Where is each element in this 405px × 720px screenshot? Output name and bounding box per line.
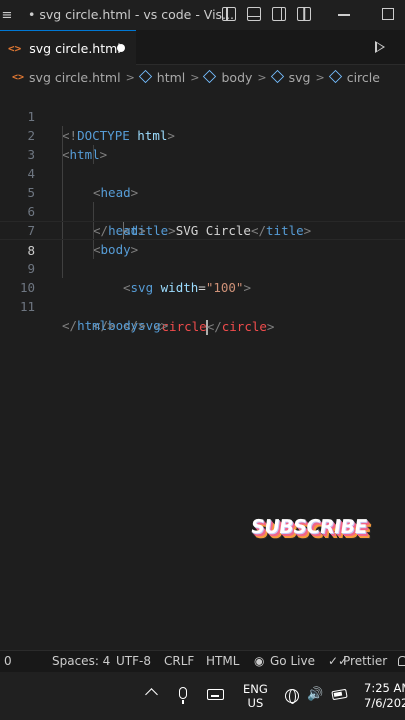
customize-layout-icon[interactable] [297,7,311,21]
code-line[interactable]: 11 </html> [0,278,405,333]
code-line[interactable]: 2 <html> [0,107,405,162]
title-bar: ≡ • svg circle.html - vs code - Vis... [0,0,405,30]
microphone-icon[interactable] [179,687,187,704]
chevron-right-icon: > [315,70,325,84]
toggle-primary-sidebar-icon[interactable] [222,7,236,21]
tab-svg-circle-html[interactable]: <> svg circle.html [0,30,136,65]
toggle-panel-icon[interactable] [247,7,261,21]
bell-icon[interactable] [398,656,405,666]
keyboard-icon[interactable] [207,689,224,700]
element-icon [328,69,342,83]
input-language[interactable]: ENG US [243,682,268,710]
html-file-icon: <> [12,71,25,83]
clock-time: 7:25 AM [364,681,405,695]
breadcrumb-item-html[interactable]: html [157,70,185,85]
breadcrumb-item-svg[interactable]: svg [289,70,311,85]
element-icon [270,69,284,83]
chevron-up-icon[interactable] [145,688,158,701]
maximize-icon[interactable] [382,8,394,20]
status-bar: 0 Spaces: 4 UTF-8 CRLF HTML ◉ Go Live ✓✓… [0,650,405,672]
token-punc: > [160,318,169,333]
code-line[interactable]: 6 <body> [0,183,405,257]
unsaved-dot-icon[interactable] [117,44,125,52]
indent-guide [93,240,94,259]
line-number: 11 [19,299,35,314]
battery-icon[interactable] [331,688,348,701]
status-language[interactable]: HTML [206,654,239,668]
code-line[interactable]: 4 <title>SVG Circle</title> [0,145,405,238]
element-icon [138,69,152,83]
chevron-right-icon: > [257,70,267,84]
indent-guide [62,183,63,202]
status-eol[interactable]: CRLF [164,654,194,668]
tab-bar: <> svg circle.html [0,30,405,65]
token-punc: > [138,318,146,333]
breadcrumb-file[interactable]: svg circle.html [29,70,121,85]
indent-guide [62,164,63,183]
minimize-icon[interactable] [338,14,350,16]
menu-icon[interactable]: ≡ [0,8,14,23]
token-punc: </ [62,318,78,333]
indent-guide [62,259,63,278]
language-code: ENG [243,682,268,696]
indent-guide [62,240,63,259]
element-icon [203,69,217,83]
toggle-secondary-sidebar-icon[interactable] [272,7,286,21]
code-editor[interactable]: 1 <!DOCTYPE html> 2 <html> 3 <head> 4 <t… [0,88,405,648]
indent-guide [62,126,63,145]
token-tag: circle [221,319,267,334]
code-line[interactable]: 1 <!DOCTYPE html> [0,88,405,143]
code-line[interactable]: 9 </svg> [0,240,405,333]
status-problems[interactable]: 0 [4,654,12,668]
run-icon[interactable] [375,41,385,53]
indent-guide [93,222,94,239]
code-line[interactable]: 5 </head> [0,164,405,238]
status-prettier[interactable]: Prettier [343,654,387,668]
breadcrumb: <> svg circle.html > html > body > svg >… [0,66,405,88]
token-tag: circle [161,319,207,334]
chevron-right-icon: > [190,70,200,84]
token-punc: > [266,319,275,334]
clock-date: 7/6/2023 [364,696,405,710]
code-line[interactable]: 10 </body> [0,259,405,333]
volume-icon[interactable]: 🔊 [307,687,323,702]
layout-controls [222,7,311,21]
token-punc: > [107,318,115,333]
code-line[interactable]: 7 <svg width="100"> [0,202,405,295]
subscribe-sticker: SUBSCRIBE [249,516,369,538]
token-punc: </ [206,319,222,334]
indent-guide [62,202,63,221]
html-file-icon: <> [8,41,22,55]
status-go-live[interactable]: Go Live [270,654,315,668]
token-tag: html [77,318,108,333]
language-region: US [247,696,264,710]
code-line[interactable]: 3 <head> [0,126,405,200]
tab-label: svg circle.html [29,40,121,56]
network-icon[interactable] [285,689,299,704]
indent-guide [62,145,63,164]
chevron-right-icon: > [125,70,135,84]
indent-guide [62,222,63,239]
taskbar: ENG US 🔊 7:25 AM 7/6/2023 [0,672,405,720]
breadcrumb-item-circle[interactable]: circle [347,70,380,85]
window-title: • svg circle.html - vs code - Vis... [28,7,234,22]
indent-guide [93,202,94,221]
clock[interactable]: 7:25 AM 7/6/2023 [364,681,405,711]
indent-guide [93,145,94,164]
indent-guide-active [123,222,124,239]
status-encoding[interactable]: UTF-8 [116,654,151,668]
code-line-active[interactable]: 8 <circle</circle> [0,221,405,335]
broadcast-icon: ◉ [254,654,265,668]
status-indentation[interactable]: Spaces: 4 [52,654,110,668]
breadcrumb-item-body[interactable]: body [221,70,252,85]
